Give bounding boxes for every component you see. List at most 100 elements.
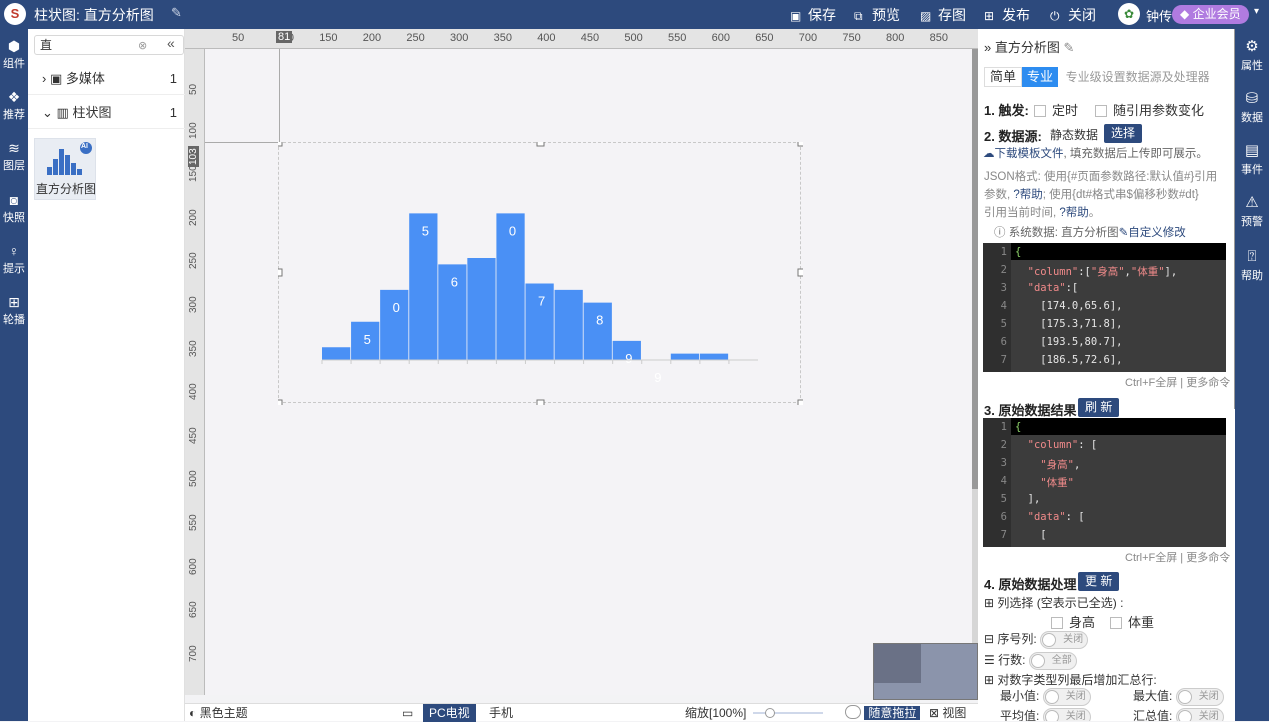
clear-icon[interactable]: ⊗	[138, 39, 147, 52]
resize-handle[interactable]	[278, 399, 283, 405]
code-line[interactable]: [	[1015, 529, 1046, 541]
edit-title-icon[interactable]: ✎	[171, 5, 182, 21]
select-button[interactable]: 选择	[1104, 124, 1143, 143]
checkbox[interactable]	[1110, 617, 1122, 629]
column-weight[interactable]: 体重	[1110, 612, 1154, 631]
ruler-marker[interactable]: 81	[276, 31, 293, 43]
nav-events[interactable]: ▤ 事件	[1235, 141, 1269, 177]
edit-icon[interactable]: ✎	[1064, 40, 1075, 55]
nav-layers[interactable]: ≋ 图层	[0, 139, 28, 173]
search-input[interactable]: 直	[34, 35, 184, 55]
trigger-param[interactable]: 随引用参数变化	[1095, 100, 1204, 119]
histogram-bar[interactable]	[670, 353, 700, 360]
resize-handle[interactable]	[278, 142, 283, 147]
refresh-button[interactable]: 刷 新	[1078, 398, 1120, 417]
tab-simple[interactable]: 简单	[984, 67, 1023, 87]
code-line[interactable]: "column": [	[1015, 439, 1098, 451]
category-multimedia[interactable]: › ▣ 多媒体 1	[28, 62, 185, 95]
guide-line-vertical[interactable]	[279, 49, 280, 143]
custom-edit-link[interactable]: 自定义修改	[1128, 227, 1186, 239]
code-line[interactable]: [174.0,65.6],	[1015, 300, 1122, 312]
code-line[interactable]: {	[1015, 421, 1021, 433]
code-line[interactable]: "体重"	[1015, 475, 1074, 490]
max-toggle[interactable]: 关闭	[1175, 687, 1224, 706]
resize-handle[interactable]	[536, 399, 545, 405]
collapse-icon[interactable]: «	[167, 35, 175, 51]
nav-components[interactable]: ⬢ 组件	[0, 37, 28, 71]
avatar[interactable]: ✿	[1118, 3, 1140, 25]
device-pc[interactable]: PC电视	[423, 704, 476, 722]
code-line[interactable]: {	[1015, 246, 1021, 258]
expand-icon[interactable]: »	[984, 40, 991, 55]
sum-toggle[interactable]: 关闭	[1175, 707, 1224, 721]
histogram-bar[interactable]	[699, 353, 729, 360]
device-mobile[interactable]: 手机	[489, 704, 513, 722]
nav-help[interactable]: ⍰ 帮助	[1235, 247, 1269, 283]
save-button[interactable]: ▣ 保存	[790, 5, 836, 25]
editor-hint-2[interactable]: Ctrl+F全屏 | 更多命令	[1125, 549, 1230, 565]
code-line[interactable]: ],	[1015, 493, 1041, 505]
close-button[interactable]: ⏻ 关闭	[1050, 5, 1096, 25]
seq-toggle[interactable]: 关闭	[1040, 630, 1089, 649]
histogram-bar[interactable]	[322, 347, 351, 360]
resize-handle[interactable]	[797, 142, 803, 147]
nav-carousel[interactable]: ⊞ 轮播	[0, 293, 28, 327]
publish-button[interactable]: ⊞ 发布	[984, 5, 1030, 25]
component-label[interactable]: 直方分析图	[36, 180, 96, 197]
nav-tips[interactable]: ♀ 提示	[0, 242, 28, 276]
code-line[interactable]: [175.3,71.8],	[1015, 318, 1122, 330]
code-line[interactable]: "column":["身高","体重"],	[1015, 264, 1178, 279]
checkbox[interactable]	[1034, 105, 1046, 117]
avg-toggle[interactable]: 关闭	[1042, 707, 1091, 721]
histogram-bar[interactable]	[467, 258, 496, 360]
guide-line-horizontal[interactable]	[205, 142, 280, 143]
user-name[interactable]: 钟传	[1146, 6, 1172, 25]
zoom-slider-knob[interactable]	[765, 708, 775, 718]
download-link[interactable]: 下载模板文件	[995, 148, 1064, 160]
chevron-down-icon[interactable]: ▾	[1254, 6, 1259, 17]
help-link[interactable]: 帮助	[1066, 207, 1089, 219]
zoom-slider[interactable]	[753, 708, 823, 718]
code-line[interactable]: "data":[	[1015, 282, 1079, 294]
code-line[interactable]: "data": [	[1015, 511, 1085, 523]
category-bar-chart[interactable]: ⌄ ▥ 柱状图 1	[28, 96, 185, 129]
rows-toggle[interactable]: 全部	[1028, 651, 1077, 670]
nav-data[interactable]: ⛁ 数据	[1235, 89, 1269, 125]
json-editor-1[interactable]: 1 {2 "column":["身高","体重"], 3 "data":[4 [17…	[983, 243, 1226, 372]
histogram-bar[interactable]	[554, 289, 583, 360]
resize-handle[interactable]	[797, 399, 803, 405]
nav-alarm[interactable]: ⚠ 预警	[1235, 193, 1269, 229]
tab-pro[interactable]: 专业	[1022, 67, 1059, 87]
resize-handle[interactable]	[536, 142, 545, 147]
json-editor-2[interactable]: 1 {2 "column": [3 "身高", 4 "体重" 5 ], 6 "data"…	[983, 418, 1226, 547]
minimap-viewport[interactable]	[874, 644, 921, 683]
editor-hint-1[interactable]: Ctrl+F全屏 | 更多命令	[1125, 374, 1230, 390]
preview-button[interactable]: ⧉ 预览	[854, 5, 900, 25]
tv-icon[interactable]: ▭	[402, 704, 413, 722]
code-line[interactable]: "身高",	[1015, 457, 1080, 472]
save-image-button[interactable]: ▨ 存图	[920, 5, 966, 25]
histogram-bar[interactable]	[583, 302, 612, 360]
design-canvas[interactable]: 5 0 5 6 0 7 8 9 9	[205, 49, 972, 695]
nav-recommend[interactable]: ❖ 推荐	[0, 88, 28, 122]
minimap[interactable]	[873, 643, 978, 700]
checkbox[interactable]	[1051, 617, 1063, 629]
checkbox[interactable]	[1095, 105, 1107, 117]
nav-snapshot[interactable]: ◙ 快照	[0, 191, 28, 225]
resize-handle[interactable]	[278, 268, 283, 277]
update-button[interactable]: 更 新	[1078, 572, 1120, 591]
help-link[interactable]: 帮助	[1020, 189, 1043, 201]
min-toggle[interactable]: 关闭	[1042, 687, 1091, 706]
code-line[interactable]: [186.5,72.6],	[1015, 354, 1122, 366]
histogram-chart[interactable]: 5 0 5 6 0 7 8 9 9	[278, 142, 803, 405]
code-line[interactable]: [193.5,80.7],	[1015, 336, 1122, 348]
drag-toggle[interactable]: 随意拖拉	[845, 704, 921, 722]
column-height[interactable]: 身高	[1051, 612, 1095, 631]
view-button[interactable]: ⊠ 视图	[929, 704, 966, 722]
theme-switch[interactable]: ◐ 黑色主题	[189, 704, 248, 722]
trigger-timer[interactable]: 定时	[1034, 100, 1078, 119]
resize-handle[interactable]	[797, 268, 803, 277]
nav-properties[interactable]: ⚙ 属性	[1235, 37, 1269, 73]
vip-badge[interactable]: ◆ 企业会员	[1172, 5, 1249, 24]
ruler-marker[interactable]: 103	[188, 146, 199, 167]
